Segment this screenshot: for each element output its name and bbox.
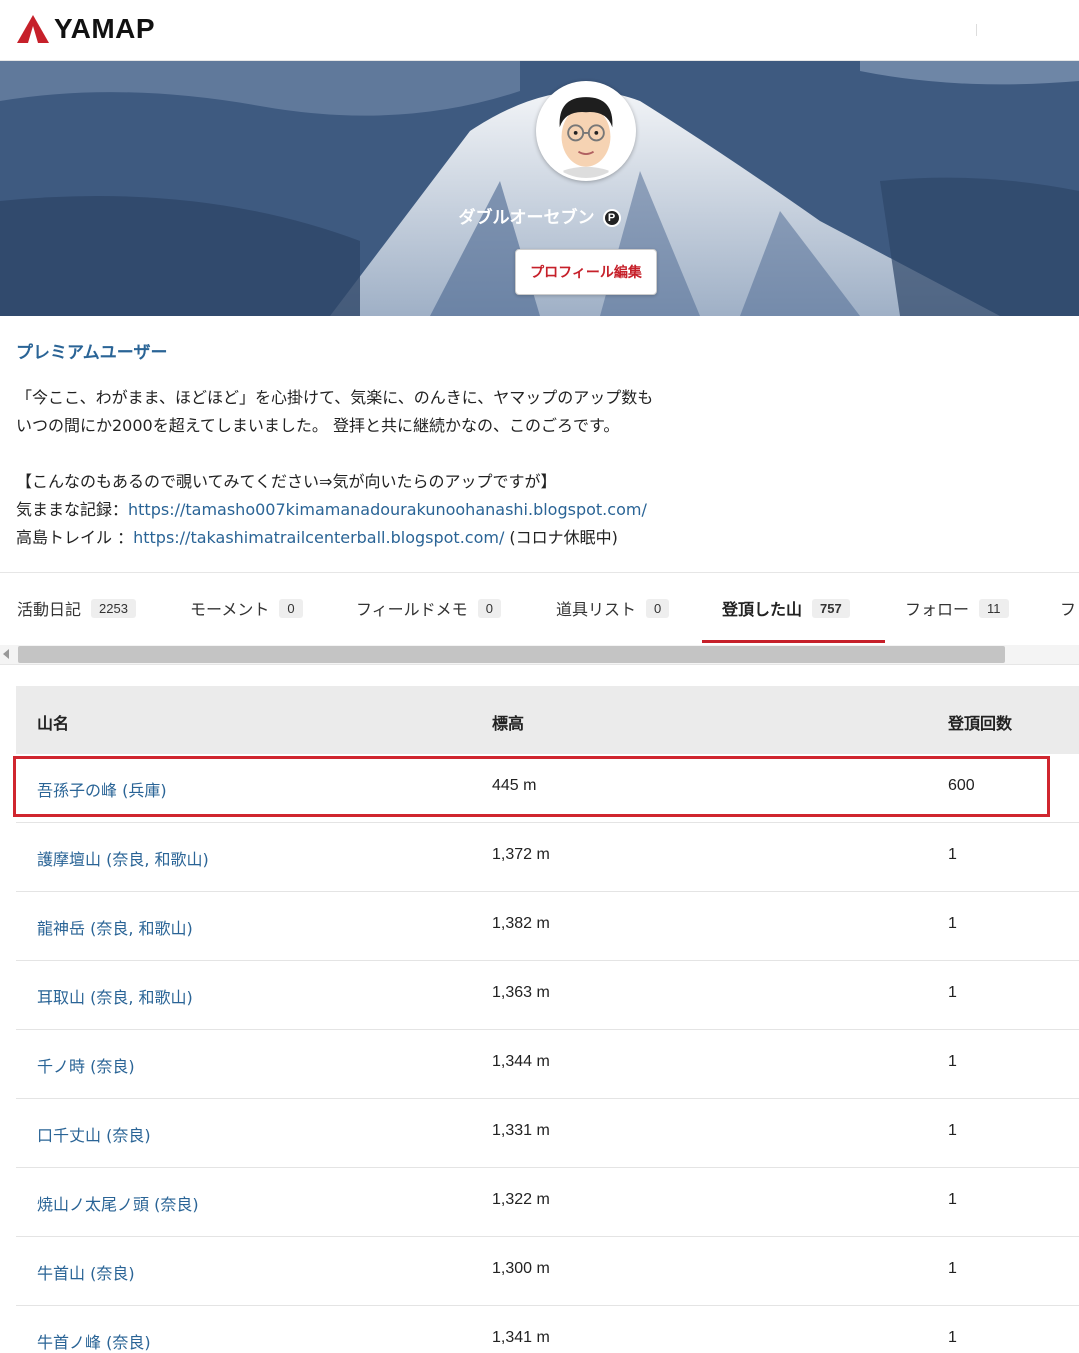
bio-link-row-1: 気ままな記録：https://tamasho007kimamanadouraku… xyxy=(16,496,1056,524)
elevation: 1,363 m xyxy=(492,984,550,1001)
table-row: 耳取山 (奈良, 和歌山) 1,363 m 1 xyxy=(16,961,1079,1030)
link-label: 気ままな記録： xyxy=(16,500,129,519)
scroll-thumb[interactable] xyxy=(18,646,1005,663)
tabs-scrollbar[interactable] xyxy=(0,645,1079,665)
mountain-link[interactable]: 牛首山 (奈良) xyxy=(37,1260,135,1284)
tab-label: 活動日記 xyxy=(17,600,82,619)
tab-count: 11 xyxy=(979,598,1009,618)
premium-user-label: プレミアムユーザー xyxy=(16,343,168,363)
tab-count: 0 xyxy=(477,598,501,618)
profile-tabs: 活動日記 2253 モーメント 0 フィールドメモ 0 道具リスト 0 登頂した山 757… xyxy=(0,572,1079,644)
top-bar: YAMAP xyxy=(0,0,1079,61)
table-row: 牛首ノ峰 (奈良) 1,341 m 1 xyxy=(16,1306,1079,1353)
scroll-left-arrow-icon[interactable] xyxy=(3,649,9,659)
trail-link[interactable]: https://takashimatrailcenterball.blogspo… xyxy=(133,528,504,547)
tab-count: 757 xyxy=(812,598,850,618)
yamap-logo[interactable]: YAMAP xyxy=(16,12,155,46)
elevation: 1,372 m xyxy=(492,846,550,863)
table-row: 千ノ時 (奈良) 1,344 m 1 xyxy=(16,1030,1079,1099)
summit-count: 1 xyxy=(948,1260,957,1277)
summit-count: 600 xyxy=(948,777,975,794)
edit-profile-button[interactable]: プロフィール編集 xyxy=(515,249,657,295)
elevation: 1,341 m xyxy=(492,1329,550,1346)
table-row: 牛首山 (奈良) 1,300 m 1 xyxy=(16,1237,1079,1306)
table-row: 口千丈山 (奈良) 1,331 m 1 xyxy=(16,1099,1079,1168)
mountain-link[interactable]: 牛首ノ峰 (奈良) xyxy=(37,1329,151,1353)
tab-label: フィールドメモ xyxy=(356,600,468,619)
summit-count: 1 xyxy=(948,1122,957,1139)
tab-label: 登頂した山 xyxy=(722,600,803,619)
tab-summited[interactable]: 登頂した山 757 xyxy=(722,573,850,643)
mountain-link[interactable]: 口千丈山 (奈良) xyxy=(37,1122,151,1146)
summit-count: 1 xyxy=(948,1191,957,1208)
tab-label: フ xyxy=(1060,600,1077,619)
tab-label: モーメント xyxy=(190,600,270,619)
header-divider xyxy=(976,24,977,36)
tab-gear-list[interactable]: 道具リスト 0 xyxy=(556,573,670,643)
username: ダブルオーセブン xyxy=(458,208,595,228)
bio-link-row-2: 高島トレイル ：https://takashimatrailcenterball… xyxy=(16,524,1056,552)
tab-count: 0 xyxy=(646,598,670,618)
link-label: 高島トレイル ： xyxy=(16,528,134,547)
mountain-link[interactable]: 吾孫子の峰 (兵庫) xyxy=(37,777,167,801)
tab-field-memo[interactable]: フィールドメモ 0 xyxy=(356,573,501,643)
mountain-link[interactable]: 焼山ノ太尾ノ頭 (奈良) xyxy=(37,1191,199,1215)
table-header: 山名 標高 登頂回数 xyxy=(16,686,1079,754)
mountain-link[interactable]: 龍神岳 (奈良, 和歌山) xyxy=(37,915,193,939)
elevation: 1,300 m xyxy=(492,1260,550,1277)
summit-count: 1 xyxy=(948,984,957,1001)
summited-mountains-table: 山名 標高 登頂回数 吾孫子の峰 (兵庫) 445 m 600 護摩壇山 (奈良, … xyxy=(16,686,1079,1353)
elevation: 445 m xyxy=(492,777,537,794)
header-mountain-name[interactable]: 山名 xyxy=(37,710,69,734)
bio-line-2: いつの間にか2000を超えてしまいました。 登拝と共に継続かなの、このごろです。 xyxy=(16,416,620,435)
mountain-link[interactable]: 耳取山 (奈良, 和歌山) xyxy=(37,984,193,1008)
table-row: 焼山ノ太尾ノ頭 (奈良) 1,322 m 1 xyxy=(16,1168,1079,1237)
tab-label: 道具リスト xyxy=(556,600,637,619)
avatar-face-icon xyxy=(539,84,633,178)
elevation: 1,322 m xyxy=(492,1191,550,1208)
header-elevation[interactable]: 標高 xyxy=(492,710,524,734)
tab-moment[interactable]: モーメント 0 xyxy=(190,573,303,643)
tab-count: 0 xyxy=(279,598,303,618)
elevation: 1,344 m xyxy=(492,1053,550,1070)
logo-text: YAMAP xyxy=(54,13,156,44)
bio-line-1: 「今ここ、わがまま、ほどほど」を心掛けて、気楽に、のんきに、ヤマップのアップ数も xyxy=(16,388,654,407)
elevation: 1,331 m xyxy=(492,1122,550,1139)
link-suffix: (コロナ休眠中) xyxy=(504,528,618,547)
bio-note: 【こんなのもあるので覗いてみてください⇒気が向いたらのアップですが】 xyxy=(16,472,557,491)
summit-count: 1 xyxy=(948,915,957,932)
summit-count: 1 xyxy=(948,1053,957,1070)
premium-p-icon: P xyxy=(602,209,621,227)
summit-count: 1 xyxy=(948,1329,957,1346)
summit-count: 1 xyxy=(948,846,957,863)
header-summit-count[interactable]: 登頂回数 xyxy=(948,710,1012,734)
blog-link[interactable]: https://tamasho007kimamanadourakunoohana… xyxy=(128,500,647,519)
elevation: 1,382 m xyxy=(492,915,550,932)
tab-activity[interactable]: 活動日記 2253 xyxy=(17,573,136,643)
profile-bio: 「今ここ、わがまま、ほどほど」を心掛けて、気楽に、のんきに、ヤマップのアップ数も… xyxy=(16,384,1056,552)
user-avatar[interactable] xyxy=(536,81,636,181)
table-row: 護摩壇山 (奈良, 和歌山) 1,372 m 1 xyxy=(16,823,1079,892)
profile-cover: ダブルオーセブン P プロフィール編集 xyxy=(0,61,1079,316)
username-row: ダブルオーセブン P xyxy=(0,203,1079,228)
mountain-link[interactable]: 千ノ時 (奈良) xyxy=(37,1053,135,1077)
tab-follower-partial[interactable]: フ xyxy=(1060,573,1076,643)
tab-follow[interactable]: フォロー 11 xyxy=(905,573,1009,643)
mountain-link[interactable]: 護摩壇山 (奈良, 和歌山) xyxy=(37,846,209,870)
yamap-triangle-icon xyxy=(17,15,49,43)
tab-label: フォロー xyxy=(905,600,970,619)
tab-count: 2253 xyxy=(91,598,136,618)
active-tab-indicator xyxy=(702,640,885,643)
table-row: 吾孫子の峰 (兵庫) 445 m 600 xyxy=(16,754,1079,823)
table-row: 龍神岳 (奈良, 和歌山) 1,382 m 1 xyxy=(16,892,1079,961)
